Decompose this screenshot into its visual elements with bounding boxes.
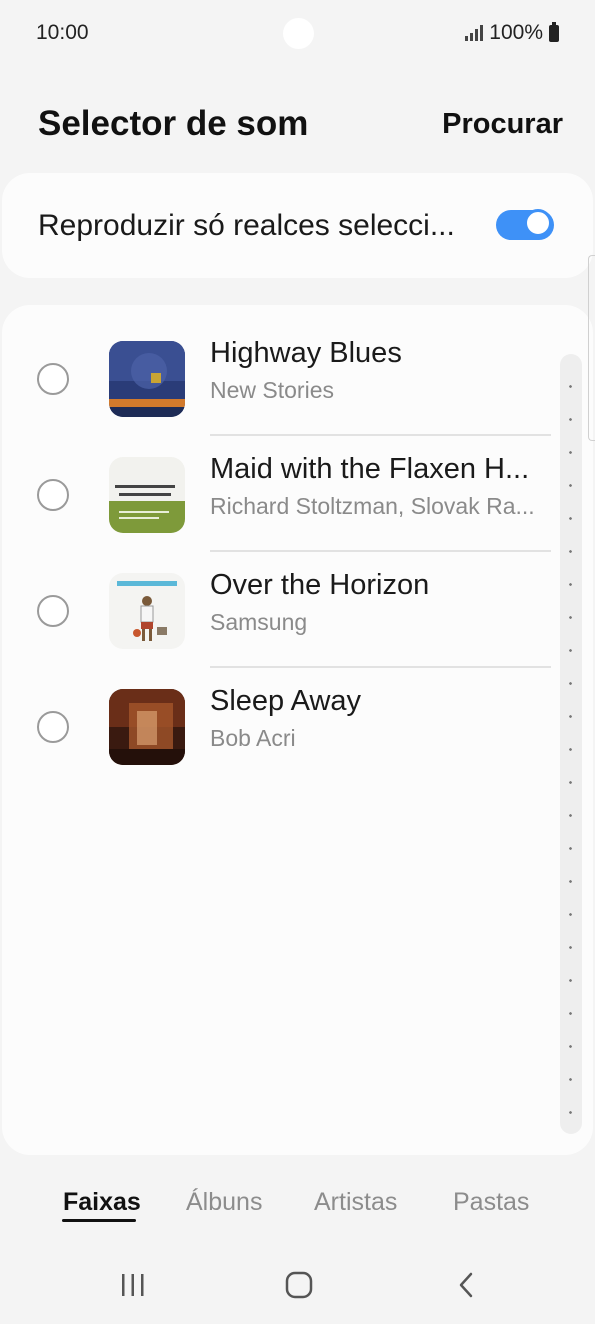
page-title: Selector de som <box>38 104 309 143</box>
battery-icon <box>549 21 559 42</box>
track-list: Highway Blues New Stories Maid with the … <box>2 305 593 1155</box>
select-radio[interactable] <box>37 479 69 511</box>
album-art-over-horizon <box>109 573 185 649</box>
divider <box>210 550 551 552</box>
highlights-toggle-label: Reproduzir só realces selecci... <box>38 209 455 242</box>
track-title: Over the Horizon <box>210 569 430 601</box>
track-artist: New Stories <box>210 377 334 403</box>
album-art-highway-blues <box>109 341 185 417</box>
list-item[interactable]: Highway Blues New Stories <box>2 321 593 438</box>
battery-percent: 100% <box>489 21 543 44</box>
back-icon <box>459 1272 473 1298</box>
divider <box>210 666 551 668</box>
list-item[interactable]: Sleep Away Bob Acri <box>2 669 593 786</box>
divider <box>210 434 551 436</box>
home-button[interactable] <box>269 1255 329 1315</box>
tab-artistas[interactable]: Artistas <box>314 1188 397 1217</box>
status-time: 10:00 <box>36 21 89 44</box>
album-art-maid-flaxen-hair <box>109 457 185 533</box>
track-artist: Samsung <box>210 609 308 635</box>
list-item[interactable]: Over the Horizon Samsung <box>2 553 593 670</box>
active-tab-indicator <box>62 1219 136 1222</box>
select-radio[interactable] <box>37 711 69 743</box>
navigation-bar <box>0 1255 595 1324</box>
tab-pastas[interactable]: Pastas <box>453 1188 529 1217</box>
edge-panel-handle[interactable] <box>588 255 595 441</box>
album-art-sleep-away <box>109 689 185 765</box>
track-title: Sleep Away <box>210 685 362 717</box>
camera-cutout <box>283 18 314 49</box>
tab-faixas[interactable]: Faixas <box>63 1188 141 1217</box>
signal-icon <box>465 25 484 41</box>
status-bar: 10:00 100% <box>0 0 595 66</box>
select-radio[interactable] <box>37 595 69 627</box>
tab-bar: Faixas Álbuns Artistas Pastas <box>0 1180 595 1230</box>
recents-icon <box>122 1274 144 1296</box>
select-radio[interactable] <box>37 363 69 395</box>
track-title: Maid with the Flaxen H... <box>210 453 530 485</box>
recents-button[interactable] <box>103 1255 163 1315</box>
track-artist: Bob Acri <box>210 725 296 751</box>
toggle-knob <box>524 209 552 237</box>
header: Selector de som Procurar <box>0 96 595 156</box>
search-button[interactable]: Procurar <box>442 108 563 141</box>
tab-albuns[interactable]: Álbuns <box>186 1188 262 1217</box>
status-right: 100% <box>465 21 559 45</box>
highlights-toggle-switch[interactable] <box>496 208 554 242</box>
home-icon <box>285 1271 313 1299</box>
track-title: Highway Blues <box>210 337 402 369</box>
fast-scroller-dots <box>569 370 572 1120</box>
back-button[interactable] <box>436 1255 496 1315</box>
track-artist: Richard Stoltzman, Slovak Ra... <box>210 493 535 519</box>
list-item[interactable]: Maid with the Flaxen H... Richard Stoltz… <box>2 437 593 554</box>
